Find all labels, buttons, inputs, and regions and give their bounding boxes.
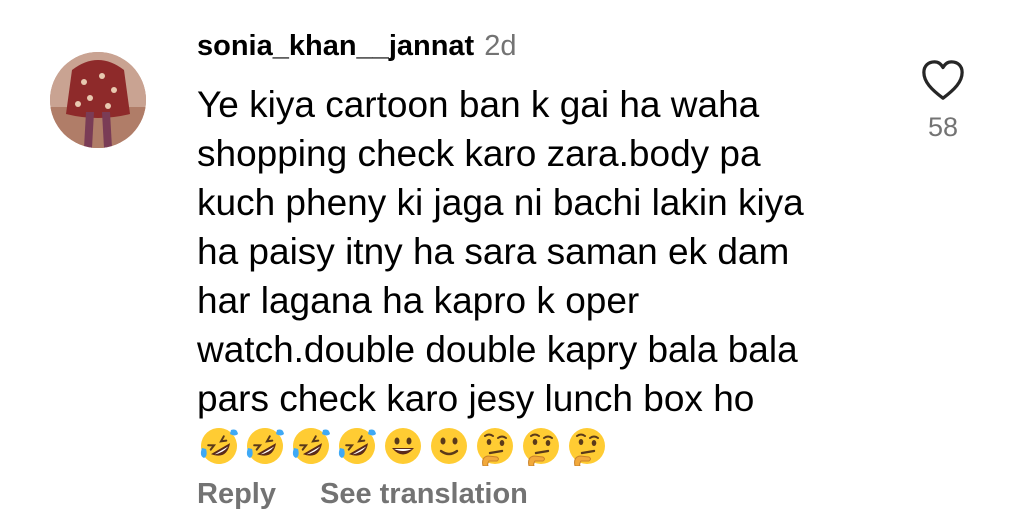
grinning-face-emoji-icon [383, 426, 423, 466]
like-count: 58 [927, 112, 959, 142]
comment-text: Ye kiya cartoon ban k gai ha waha shoppi… [197, 84, 815, 419]
avatar[interactable] [50, 52, 146, 148]
slightly-smiling-face-emoji-icon [429, 426, 469, 466]
username[interactable]: sonia_khan__jannat [197, 30, 474, 63]
rolling-on-floor-laughing-emoji-icon [291, 426, 331, 466]
rolling-on-floor-laughing-emoji-icon [337, 426, 377, 466]
avatar-image [50, 52, 146, 148]
timestamp: 2d [484, 30, 517, 62]
thinking-face-emoji-icon [567, 426, 607, 466]
thinking-face-emoji-icon [521, 426, 561, 466]
rolling-on-floor-laughing-emoji-icon [199, 426, 239, 466]
comment-actions: Reply See translation [197, 478, 528, 511]
comment-body: Ye kiya cartoon ban k gai ha waha shoppi… [197, 80, 847, 472]
emoji-row [199, 426, 613, 466]
like-control: 58 [918, 58, 968, 143]
heart-outline-icon[interactable] [920, 58, 966, 102]
thinking-face-emoji-icon [475, 426, 515, 466]
rolling-on-floor-laughing-emoji-icon [245, 426, 285, 466]
see-translation-button[interactable]: See translation [320, 478, 528, 511]
comment: sonia_khan__jannat 2d Ye kiya cartoon ba… [0, 0, 1024, 526]
reply-button[interactable]: Reply [197, 478, 276, 511]
comment-header: sonia_khan__jannat 2d [197, 30, 516, 70]
